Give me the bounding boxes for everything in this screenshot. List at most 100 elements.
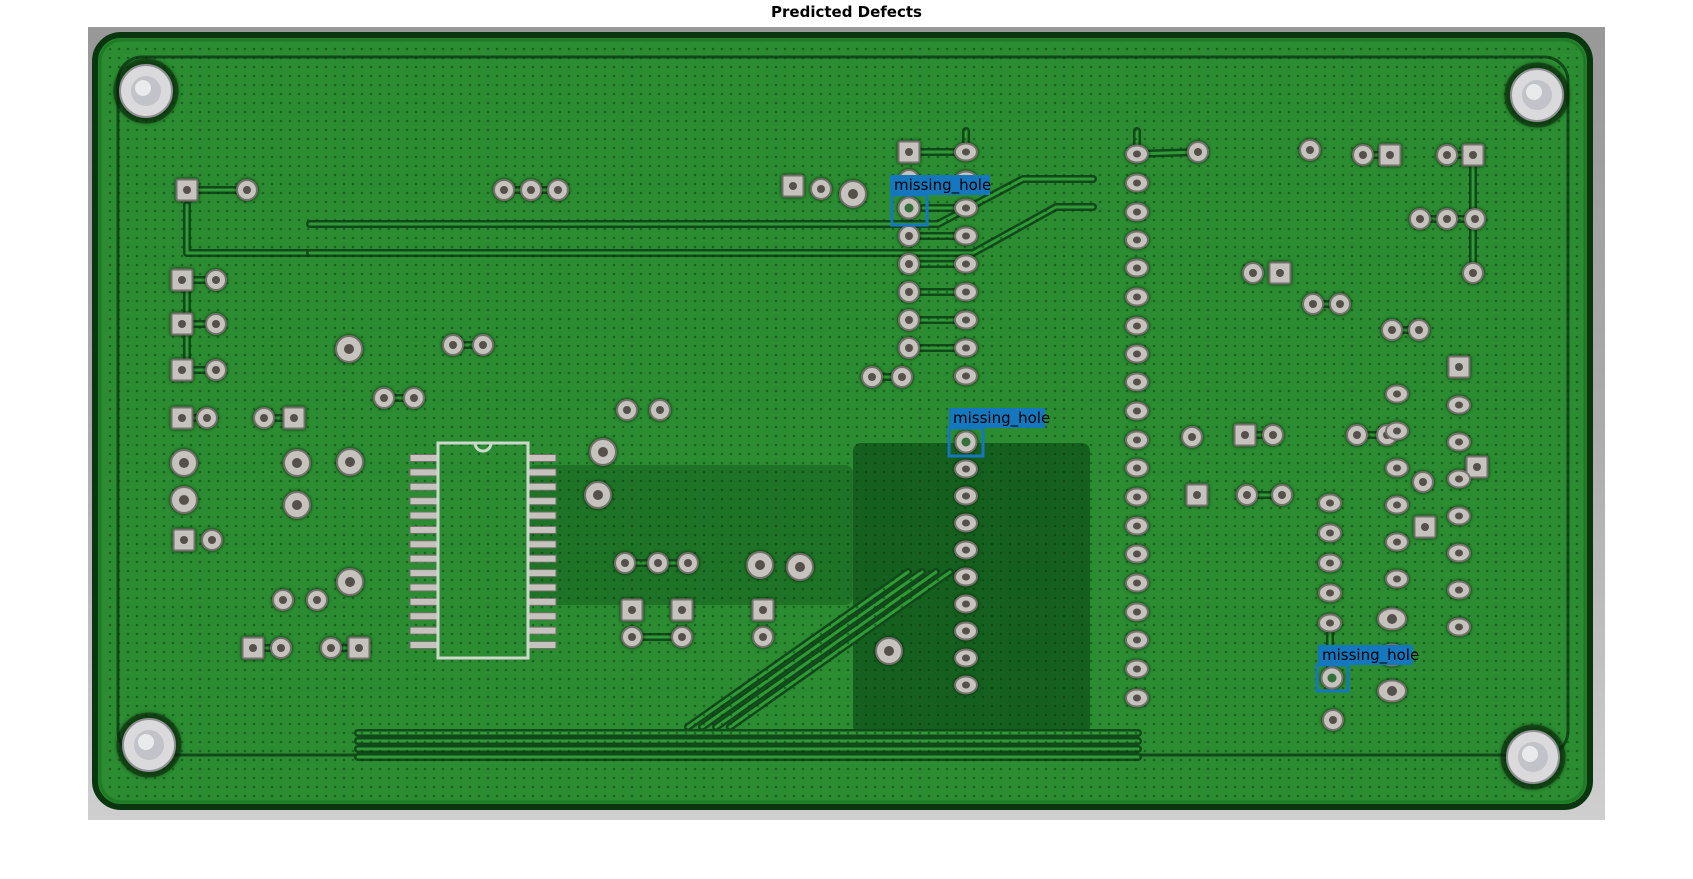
solder-pad: [898, 309, 920, 331]
ic-pin: [527, 454, 557, 462]
solder-pad: [1125, 544, 1149, 564]
solder-pad: [336, 568, 364, 596]
ic-pin: [527, 626, 557, 635]
detection-label: missing_hole: [894, 176, 991, 195]
solder-pad: [320, 637, 342, 659]
solder-pad: [1181, 426, 1203, 448]
solder-pad: [1125, 287, 1149, 307]
solder-pad: [954, 430, 978, 454]
solder-pad: [1318, 583, 1342, 603]
solder-pad: [1413, 515, 1437, 539]
solder-pad: [898, 225, 920, 247]
solder-pad: [547, 179, 569, 201]
ic-pin: [409, 454, 439, 462]
solder-pad: [1346, 424, 1368, 446]
solder-pad: [898, 337, 920, 359]
ic-pin: [409, 482, 439, 491]
solder-pad: [1125, 372, 1149, 392]
solder-pad: [954, 366, 978, 386]
solder-pad: [1352, 144, 1374, 166]
solder-pad: [1461, 143, 1485, 167]
solder-pad: [954, 310, 978, 330]
pcb-image: missing_hole missing_hole missing_hole: [88, 27, 1605, 820]
solder-pad: [283, 449, 311, 477]
solder-pad: [1125, 202, 1149, 222]
solder-pad: [253, 407, 275, 429]
solder-pad: [113, 58, 179, 124]
solder-pad: [954, 254, 978, 274]
solder-pad: [1125, 487, 1149, 507]
solder-pad: [1125, 230, 1149, 250]
solder-pad: [1302, 293, 1324, 315]
solder-pad: [1412, 471, 1434, 493]
solder-pad: [954, 142, 978, 162]
solder-pad: [1125, 430, 1149, 450]
solder-pad: [373, 387, 395, 409]
detection-label: missing_hole: [953, 409, 1050, 428]
solder-pad: [1447, 469, 1471, 489]
solder-pad: [1447, 355, 1471, 379]
solder-pad: [1125, 630, 1149, 650]
solder-pad: [1125, 401, 1149, 421]
solder-pad: [1268, 261, 1292, 285]
ic-pin: [527, 540, 557, 549]
solder-pad: [170, 358, 194, 382]
ic-pin: [527, 525, 557, 534]
solder-pad: [170, 449, 198, 477]
solder-pad: [954, 675, 978, 695]
solder-pad: [1447, 432, 1471, 452]
ic-pin: [527, 583, 557, 592]
solder-pad: [1233, 423, 1257, 447]
solder-pad: [861, 366, 883, 388]
solder-pad: [954, 621, 978, 641]
solder-pad: [1236, 484, 1258, 506]
ic-pin: [527, 511, 557, 520]
solder-pad: [1465, 455, 1489, 479]
solder-pad: [1447, 543, 1471, 563]
solder-pad: [621, 626, 643, 648]
solder-pad: [810, 178, 832, 200]
solder-pad: [1385, 384, 1409, 404]
ic-pin: [409, 497, 439, 506]
ic-pin: [409, 554, 439, 563]
pcb-photo-svg: missing_hole missing_hole missing_hole: [88, 27, 1605, 820]
solder-pad: [1462, 262, 1484, 284]
solder-pad: [283, 491, 311, 519]
solder-pad: [671, 626, 693, 648]
solder-pad: [272, 589, 294, 611]
solder-pad: [1385, 495, 1409, 515]
solder-pad: [954, 338, 978, 358]
ic-pin: [409, 626, 439, 635]
solder-pad: [170, 486, 198, 514]
ic-pin: [409, 468, 439, 477]
solder-pad: [1318, 523, 1342, 543]
solder-pad: [493, 179, 515, 201]
solder-pad: [584, 481, 612, 509]
solder-pad: [647, 552, 669, 574]
solder-pad: [1125, 316, 1149, 336]
ic-pin: [409, 583, 439, 592]
ic-pin: [527, 569, 557, 578]
ic-pin: [409, 597, 439, 606]
solder-pad: [1125, 344, 1149, 364]
solder-pad: [335, 335, 363, 363]
solder-pad: [677, 552, 699, 574]
solder-pad: [1271, 484, 1293, 506]
solder-pad: [205, 269, 227, 291]
solder-pad: [875, 637, 903, 665]
solder-pad: [1377, 679, 1407, 703]
solder-pad: [1381, 319, 1403, 341]
ic-pin: [409, 540, 439, 549]
solder-pad: [1378, 143, 1402, 167]
solder-pad: [1125, 659, 1149, 679]
solder-pad: [1185, 483, 1209, 507]
solder-pad: [205, 313, 227, 335]
solder-pad: [954, 648, 978, 668]
solder-pad: [752, 626, 774, 648]
ic-pin: [527, 554, 557, 563]
solder-pad: [336, 448, 364, 476]
solder-pad: [306, 589, 328, 611]
ic-pin: [409, 612, 439, 621]
solder-pad: [1318, 613, 1342, 633]
solder-pad: [954, 226, 978, 246]
